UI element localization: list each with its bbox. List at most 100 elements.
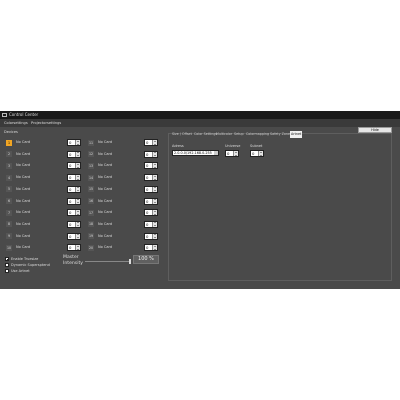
use-artnet-label: Use Artnet (11, 269, 30, 273)
universe-value: 0 (227, 151, 230, 156)
device-card-label: No Card (98, 140, 113, 144)
device-number[interactable]: 20 (88, 244, 94, 251)
enable-truesize-checkbox[interactable] (5, 257, 9, 261)
device-row: 19 No Card 0 (0, 232, 170, 241)
stepper-arrows-icon[interactable] (152, 210, 157, 216)
menu-bar: Colorsettings Projectorsettings (0, 119, 400, 127)
dynamic-label: Dynamic Supersptend (11, 263, 50, 267)
use-artnet-checkbox[interactable] (5, 269, 9, 273)
tab-size-offset[interactable]: Size / Offset (172, 131, 192, 138)
device-stepper[interactable]: 0 (144, 244, 158, 252)
device-card-label: No Card (98, 198, 113, 203)
device-number[interactable]: 13 (88, 162, 94, 169)
tab-safety-zone[interactable]: Safety Zone (270, 131, 290, 138)
subnet-value: 0 (252, 151, 255, 156)
device-row: 18 No Card 0 (0, 220, 170, 229)
device-number[interactable]: 14 (88, 174, 94, 181)
stepper-arrows-icon[interactable] (152, 186, 157, 192)
universe-stepper[interactable]: 0 (225, 150, 239, 157)
tab-setup[interactable]: Setup (234, 131, 244, 138)
device-row: 12 No Card 0 (0, 150, 170, 159)
intensity-label: Intensity (63, 261, 83, 266)
device-stepper[interactable]: 0 (144, 162, 158, 170)
device-stepper[interactable]: 0 (144, 150, 158, 158)
device-number[interactable]: 18 (88, 221, 94, 228)
master-intensity-slider[interactable] (85, 258, 131, 264)
window-title: Control Center (9, 112, 39, 117)
adress-value: 2.0.0.0/192.168.0.255 (174, 151, 212, 155)
adress-select[interactable]: 2.0.0.0/192.168.0.255 (172, 150, 219, 156)
subnet-stepper[interactable]: 0 (250, 150, 264, 157)
device-stepper[interactable]: 0 (144, 232, 158, 240)
device-stepper-value: 0 (146, 210, 149, 216)
device-card-label: No Card (98, 175, 113, 180)
device-number[interactable]: 15 (88, 186, 94, 193)
stepper-arrows-icon[interactable] (152, 221, 157, 227)
device-stepper-value: 0 (146, 198, 149, 204)
devices-label: Devices (4, 130, 18, 134)
device-number[interactable]: 11 (88, 139, 94, 146)
device-stepper-value: 0 (146, 140, 149, 145)
device-row: 15 No Card 0 (0, 185, 170, 194)
device-stepper-value: 0 (146, 175, 149, 181)
stepper-arrows-icon[interactable] (152, 151, 157, 157)
device-number[interactable]: 19 (88, 233, 94, 240)
device-stepper[interactable]: 0 (144, 197, 158, 205)
tab-color-settings[interactable]: Color Settings (194, 131, 217, 138)
stepper-arrows-icon[interactable] (152, 245, 157, 251)
device-stepper[interactable]: 0 (144, 209, 158, 217)
title-bar: Control Center (0, 111, 400, 119)
device-stepper[interactable]: 0 (144, 139, 158, 146)
device-stepper-value: 0 (146, 186, 149, 192)
device-stepper[interactable]: 0 (144, 174, 158, 182)
device-card-label: No Card (98, 210, 113, 215)
device-stepper[interactable]: 0 (144, 185, 158, 193)
dropdown-arrow-icon[interactable] (214, 151, 218, 155)
stepper-arrows-icon[interactable] (258, 151, 263, 156)
enable-truesize-label: Enable Truesize (11, 257, 39, 261)
stepper-arrows-icon[interactable] (152, 163, 157, 169)
slider-track (85, 260, 131, 262)
dynamic-checkbox[interactable] (5, 263, 9, 267)
device-stepper-value: 0 (146, 233, 149, 239)
app-icon (2, 112, 7, 117)
device-stepper-value: 0 (146, 245, 149, 251)
stepper-arrows-icon[interactable] (152, 175, 157, 181)
stepper-arrows-icon[interactable] (152, 140, 157, 145)
device-card-label: No Card (98, 151, 113, 156)
device-row: 16 No Card 0 (0, 197, 170, 206)
device-number[interactable]: 12 (88, 151, 94, 158)
master-intensity-value: 100 % (133, 255, 159, 264)
device-stepper-value: 0 (146, 163, 149, 169)
device-row: 11 No Card 0 (0, 138, 170, 147)
device-card-label: No Card (98, 186, 113, 191)
device-row: 14 No Card 0 (0, 173, 170, 182)
subnet-label: Subnet (250, 144, 263, 148)
device-row: 13 No Card 0 (0, 161, 170, 170)
device-row: 20 No Card 0 (0, 243, 170, 252)
hide-button[interactable]: Hide (358, 127, 392, 133)
device-stepper-value: 0 (146, 221, 149, 227)
device-stepper[interactable]: 0 (144, 220, 158, 228)
device-row: 17 No Card 0 (0, 208, 170, 217)
stepper-arrows-icon[interactable] (152, 233, 157, 239)
tab-artnet[interactable]: Artnet (290, 131, 303, 138)
menu-projectorsettings[interactable]: Projectorsettings (31, 119, 61, 127)
tab-colormapping[interactable]: Colormapping (246, 131, 269, 138)
universe-label: Universe (225, 144, 241, 148)
device-stepper-value: 0 (146, 151, 149, 157)
stepper-arrows-icon[interactable] (233, 151, 238, 156)
menu-colorsettings[interactable]: Colorsettings (4, 119, 28, 127)
tab-multicolor[interactable]: Multicolor (216, 131, 232, 138)
device-number[interactable]: 16 (88, 198, 94, 204)
master-label: Master (63, 255, 79, 260)
slider-knob[interactable] (129, 258, 131, 264)
device-card-label: No Card (98, 221, 113, 226)
device-number[interactable]: 17 (88, 209, 94, 216)
device-card-label: No Card (98, 245, 113, 250)
stepper-arrows-icon[interactable] (152, 198, 157, 204)
device-card-label: No Card (98, 163, 113, 168)
device-card-label: No Card (98, 233, 113, 238)
control-center-window: Control Center Colorsettings Projectorse… (0, 111, 400, 289)
adress-label: Adress (172, 144, 184, 148)
